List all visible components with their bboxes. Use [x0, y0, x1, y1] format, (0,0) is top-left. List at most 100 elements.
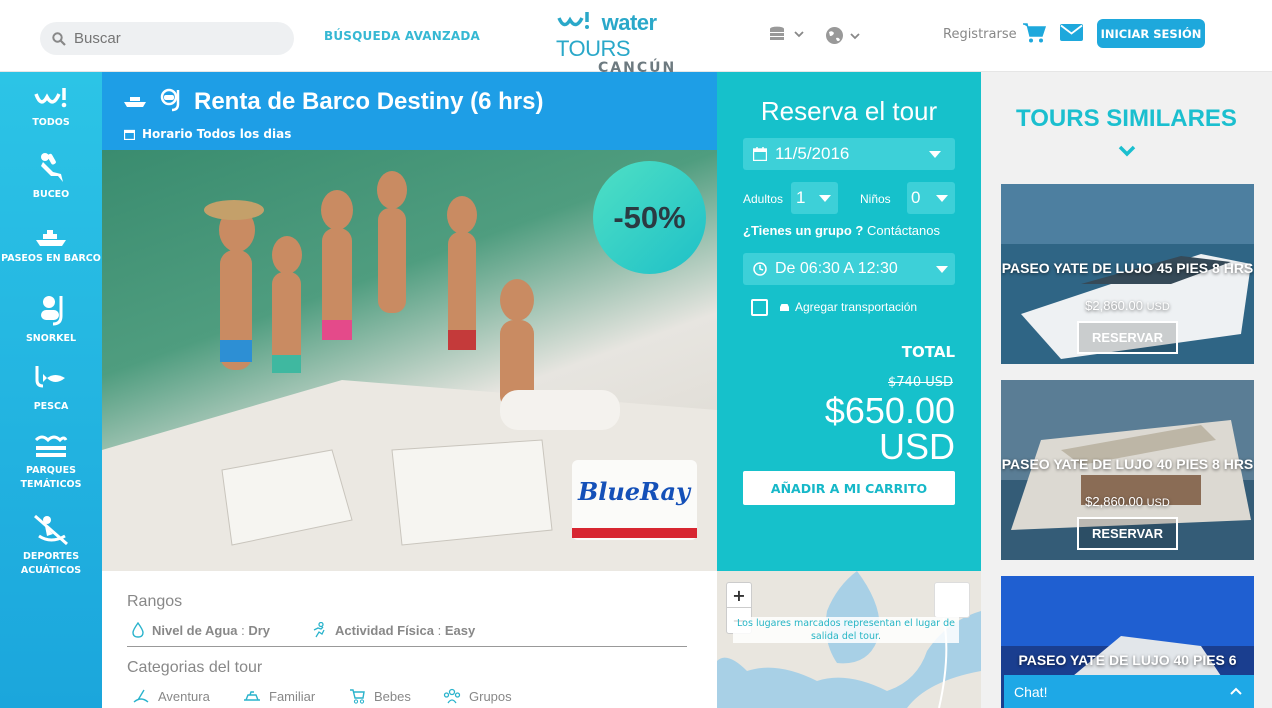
- calendar-icon: [753, 147, 767, 161]
- card-title: PASEO YATE DE LUJO 40 PIES 6: [1018, 652, 1237, 668]
- adults-label: Adultos: [743, 192, 784, 206]
- similar-card[interactable]: PASEO YATE DE LUJO 40 PIES 8 HRS $2,860.…: [1001, 380, 1254, 560]
- diver-icon: [41, 153, 63, 182]
- card-price: $2,860.00 USD: [1085, 494, 1170, 509]
- runner-icon: [313, 622, 325, 638]
- categories-heading: Categorias del tour: [127, 659, 263, 676]
- search-icon: [52, 31, 66, 46]
- card-title: PASEO YATE DE LUJO 45 PIES 8 HRS: [1001, 260, 1254, 276]
- search-box[interactable]: [40, 22, 294, 55]
- car-icon: [780, 303, 789, 311]
- time-select[interactable]: De 06:30 A 12:30: [743, 253, 955, 285]
- stroller-icon: [350, 689, 365, 704]
- snorkel-icon: [41, 296, 63, 326]
- adventure-icon: [133, 689, 149, 703]
- old-price: $740 USD: [888, 375, 953, 390]
- current-price: $650.00 USD: [824, 390, 955, 467]
- reserve-button[interactable]: RESERVAR: [1077, 321, 1178, 354]
- cart-icon: [1023, 23, 1047, 43]
- boat-icon: [124, 97, 146, 107]
- clock-icon: [753, 262, 767, 276]
- svg-text:BlueRay: BlueRay: [577, 477, 692, 506]
- card-title: PASEO YATE DE LUJO 40 PIES 8 HRS: [1001, 456, 1254, 472]
- category-babies: Bebes: [348, 688, 411, 704]
- mail-button[interactable]: [1060, 24, 1083, 45]
- site-logo[interactable]: water TOURS CANCÚN: [556, 10, 726, 76]
- sidebar-item-pesca[interactable]: PESCA: [0, 364, 102, 414]
- family-icon: [244, 691, 260, 701]
- transport-checkbox[interactable]: [751, 299, 768, 316]
- chat-label: Chat!: [1014, 683, 1048, 700]
- sidebar-item-label: PASEOS EN BARCO: [1, 253, 101, 264]
- sidebar-item-label: PARQUES TEMÁTICOS: [20, 465, 82, 490]
- reserve-button[interactable]: RESERVAR: [1077, 517, 1178, 550]
- register-link[interactable]: Registrarse: [943, 27, 1017, 42]
- children-value: 0: [911, 188, 921, 207]
- map-note: Los lugares marcados representan el luga…: [733, 617, 959, 643]
- water-level: Nivel de Agua : Dry: [132, 622, 270, 638]
- sidebar-item-label: PESCA: [33, 401, 69, 412]
- adults-select[interactable]: 1: [791, 182, 838, 214]
- sidebar-item-buceo[interactable]: BUCEO: [0, 152, 102, 202]
- cart-button[interactable]: [1022, 22, 1047, 48]
- fishing-icon: [35, 366, 65, 388]
- discount-badge: -50%: [593, 161, 706, 274]
- sidebar-item-label: TODOS: [32, 117, 70, 128]
- fullscreen-button[interactable]: [934, 582, 970, 618]
- chevron-down-icon: [929, 151, 941, 158]
- currency-selector[interactable]: [768, 26, 804, 42]
- schedule-text: Horario Todos los dias: [142, 127, 292, 141]
- sidebar-item-paseos-en-barco[interactable]: PASEOS EN BARCO: [0, 228, 102, 266]
- sidebar-item-deportes-acuaticos[interactable]: DEPORTES ACUÁTICOS: [0, 514, 102, 578]
- total-label: TOTAL: [901, 343, 955, 361]
- park-icon: [34, 435, 68, 457]
- snorkel-icon: [160, 88, 180, 112]
- time-value: De 06:30 A 12:30: [775, 260, 898, 277]
- sidebar-item-snorkel[interactable]: SNORKEL: [0, 294, 102, 346]
- boat-icon: [36, 230, 66, 246]
- similar-tours: TOURS SIMILARES PASEO YATE DE LUJO 45 PI…: [981, 72, 1272, 708]
- divider: [127, 646, 687, 647]
- category-adventure: Aventura: [132, 688, 210, 704]
- tour-map[interactable]: + − Los lugares marcados representan el …: [717, 571, 981, 708]
- date-picker[interactable]: 11/5/2016: [743, 138, 955, 170]
- chat-widget[interactable]: Chat!: [1004, 675, 1254, 708]
- search-input[interactable]: [74, 30, 274, 47]
- chevron-down-icon: [850, 32, 860, 39]
- date-value: 11/5/2016: [775, 144, 850, 163]
- booking-panel: Reserva el tour 11/5/2016 Adultos 1 Niño…: [717, 72, 981, 571]
- language-selector[interactable]: [825, 26, 860, 45]
- transport-label: Agregar transportación: [779, 300, 917, 314]
- group-contact: ¿Tienes un grupo ? Contáctanos: [743, 223, 940, 238]
- children-select[interactable]: 0: [907, 182, 955, 214]
- advanced-search-link[interactable]: BÚSQUEDA AVANZADA: [324, 29, 480, 43]
- zoom-in-button[interactable]: +: [727, 583, 751, 608]
- chevron-down-icon: [1118, 145, 1136, 157]
- group-question: ¿Tienes un grupo ?: [743, 223, 864, 238]
- water-drop-icon: [132, 622, 144, 638]
- tour-photo: BlueRay -50%: [102, 150, 717, 571]
- sidebar-item-todos[interactable]: TODOS: [0, 86, 102, 130]
- similar-card[interactable]: PASEO YATE DE LUJO 45 PIES 8 HRS $2,860.…: [1001, 184, 1254, 364]
- water-logo-icon: [557, 12, 589, 29]
- similar-heading: TOURS SIMILARES: [1016, 105, 1237, 132]
- category-groups: Grupos: [443, 688, 512, 704]
- top-bar: BÚSQUEDA AVANZADA water TOURS CANCÚN Reg…: [0, 0, 1272, 76]
- kayak-icon: [34, 514, 68, 546]
- add-to-cart-button[interactable]: AÑADIR A MI CARRITO: [743, 471, 955, 505]
- contact-link[interactable]: Contáctanos: [867, 223, 940, 238]
- children-label: Niños: [860, 192, 891, 206]
- chevron-down-icon: [794, 31, 804, 38]
- chevron-down-icon: [936, 266, 948, 273]
- login-button[interactable]: INICIAR SESIÓN: [1097, 19, 1205, 48]
- globe-icon: [826, 27, 843, 44]
- category-family: Familiar: [243, 688, 315, 704]
- sidebar-item-parques-tematicos[interactable]: PARQUES TEMÁTICOS: [0, 432, 102, 492]
- physical-activity: Actividad Física : Easy: [311, 622, 475, 638]
- page-title: Renta de Barco Destiny (6 hrs): [194, 88, 544, 115]
- coins-icon: [770, 26, 784, 40]
- sidebar-item-label: BUCEO: [32, 189, 70, 200]
- calendar-icon: [124, 129, 135, 140]
- category-sidebar: TODOS BUCEO PASEOS EN BARCO SNORKEL PESC…: [0, 72, 102, 708]
- adults-value: 1: [796, 188, 806, 207]
